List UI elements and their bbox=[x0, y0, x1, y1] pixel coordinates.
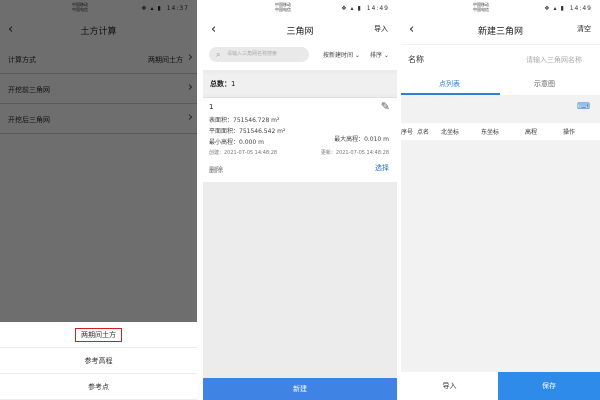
sheet-option-ref-elevation[interactable]: 参考高程 bbox=[0, 348, 197, 374]
back-arrow-icon[interactable]: ‹ bbox=[8, 21, 13, 39]
title-bar: ‹ 土方计算 bbox=[0, 17, 197, 44]
sheet-option-two-period[interactable]: 两期间土方 bbox=[0, 322, 197, 348]
row-label: 开挖后三角网 bbox=[8, 116, 50, 124]
page-title: 新建三角网 bbox=[477, 27, 523, 37]
name-input[interactable]: 请输入三角网名称 bbox=[526, 55, 582, 65]
row-value: 两期间土方 bbox=[148, 56, 183, 64]
status-time: 14:49 bbox=[366, 5, 389, 12]
chevron-right-icon: › bbox=[187, 50, 193, 65]
tab-diagram[interactable]: 示意图 bbox=[534, 79, 555, 89]
clear-button[interactable]: 清空 bbox=[577, 24, 591, 34]
panel-tin-list: 中国移动 中国电信 ❖ ▴ ▮ 14:49 ‹ 三角网 导入 ⌕ 请输入三角网名… bbox=[203, 0, 397, 400]
delete-button[interactable]: 删除 bbox=[209, 165, 223, 175]
carrier-text: 中国移动 中国电信 bbox=[473, 2, 489, 12]
select-button[interactable]: 选择 bbox=[375, 163, 389, 173]
save-button[interactable]: 保存 bbox=[498, 372, 600, 400]
chevron-right-icon: › bbox=[187, 110, 193, 125]
updated-time: 更新：2021-07-05 14:48:28 bbox=[320, 150, 389, 156]
status-time: 14:49 bbox=[569, 5, 592, 12]
sort-field-dropdown[interactable]: 按新建时间 ⌄ bbox=[323, 50, 360, 59]
carrier-text: 中国移动 中国电信 bbox=[72, 2, 88, 12]
carrier-text: 中国移动 中国电信 bbox=[275, 2, 291, 12]
new-button[interactable]: 新建 bbox=[203, 378, 397, 400]
after-tin-row[interactable]: 开挖后三角网 › bbox=[0, 106, 197, 134]
status-time: 14:37 bbox=[166, 5, 189, 12]
name-row: 名称 请输入三角网名称 bbox=[401, 45, 600, 75]
back-arrow-icon[interactable]: ‹ bbox=[409, 21, 414, 39]
table-header: 序号 点名 北坐标 东坐标 高程 操作 bbox=[401, 123, 600, 140]
col-elevation: 高程 bbox=[525, 129, 538, 136]
plane-area: 平面面积：751546.542 m² bbox=[209, 128, 286, 135]
status-bar: 中国移动 中国电信 ❖ ▴ ▮ 14:49 bbox=[203, 0, 397, 17]
total-count: 总数：1 bbox=[203, 74, 397, 94]
title-bar: ‹ 新建三角网 清空 bbox=[401, 17, 600, 44]
col-action: 操作 bbox=[563, 129, 576, 136]
import-button[interactable]: 导入 bbox=[401, 372, 498, 400]
edit-icon[interactable]: ✎ bbox=[381, 100, 390, 113]
col-index: 序号 bbox=[401, 129, 414, 136]
action-sheet: 两期间土方 参考高程 参考点 bbox=[0, 322, 197, 400]
search-input[interactable]: ⌕ 请输入三角网名称搜索 bbox=[209, 47, 309, 62]
title-bar: ‹ 三角网 导入 bbox=[203, 17, 397, 44]
panel-new-tin: 中国移动 中国电信 ❖ ▴ ▮ 14:49 ‹ 新建三角网 清空 名称 请输入三… bbox=[401, 0, 600, 400]
back-arrow-icon[interactable]: ‹ bbox=[211, 21, 216, 39]
row-label: 计算方式 bbox=[8, 56, 36, 64]
status-bar: 中国移动 中国电信 ❖ ▴ ▮ 14:37 bbox=[0, 0, 197, 17]
status-icons: ❖ ▴ ▮ 14:49 bbox=[341, 5, 389, 12]
page-title: 三角网 bbox=[286, 27, 314, 37]
col-north: 北坐标 bbox=[441, 129, 460, 136]
search-bar: ⌕ 请输入三角网名称搜索 按新建时间 ⌄ 排序 ⌄ bbox=[203, 44, 397, 70]
tab-point-list[interactable]: 点列表 bbox=[439, 79, 460, 89]
chevron-right-icon: › bbox=[187, 80, 193, 95]
status-icons: ❖ ▴ ▮ 14:49 bbox=[544, 5, 592, 12]
keyboard-icon[interactable]: ⌨ bbox=[577, 102, 590, 112]
tab-bar: 点列表 示意图 bbox=[401, 75, 600, 95]
footer-bar: 导入 保存 bbox=[401, 372, 600, 400]
card-index: 1 bbox=[209, 103, 214, 111]
before-tin-row[interactable]: 开挖前三角网 › bbox=[0, 76, 197, 104]
status-icons: ❖ ▴ ▮ 14:37 bbox=[141, 5, 189, 12]
name-label: 名称 bbox=[408, 55, 424, 64]
min-elevation: 最小高程：0.000 m bbox=[209, 139, 264, 146]
sort-order-dropdown[interactable]: 排序 ⌄ bbox=[370, 50, 389, 59]
surface-area: 表面积：751546.728 m² bbox=[209, 117, 280, 124]
highlighted-option: 两期间土方 bbox=[75, 328, 122, 342]
page-title: 土方计算 bbox=[80, 27, 117, 37]
row-label: 开挖前三角网 bbox=[8, 86, 50, 94]
col-east: 东坐标 bbox=[481, 129, 500, 136]
search-icon: ⌕ bbox=[216, 50, 221, 59]
panel-earthwork-calculation: 中国移动 中国电信 ❖ ▴ ▮ 14:37 ‹ 土方计算 计算方式 两期间土方 … bbox=[0, 0, 197, 400]
col-point-name: 点名 bbox=[417, 129, 430, 136]
sheet-option-ref-point[interactable]: 参考点 bbox=[0, 374, 197, 400]
calc-method-row[interactable]: 计算方式 两期间土方 › bbox=[0, 46, 197, 74]
created-time: 创建：2021-07-05 14:48:28 bbox=[209, 150, 278, 156]
import-button[interactable]: 导入 bbox=[374, 24, 388, 34]
toolbar: ⌨ bbox=[401, 95, 600, 123]
max-elevation: 最大高程：0.010 m bbox=[334, 136, 389, 143]
tin-card: 1 ✎ 表面积：751546.728 m² 平面面积：751546.542 m²… bbox=[203, 97, 397, 182]
status-bar: 中国移动 中国电信 ❖ ▴ ▮ 14:49 bbox=[401, 0, 600, 17]
